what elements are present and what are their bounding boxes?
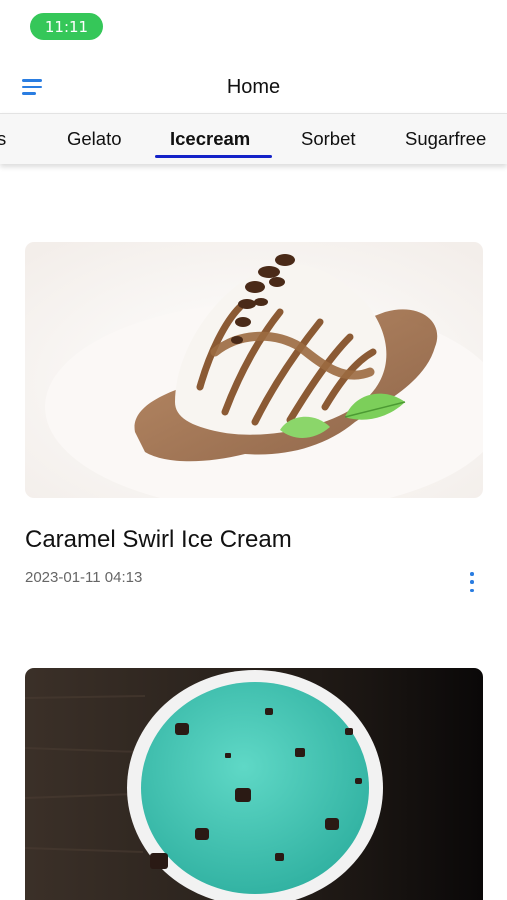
tab-partial[interactable]: s xyxy=(0,114,6,164)
category-tabs: s Gelato Icecream Sorbet Sugarfree xyxy=(0,113,507,164)
status-time-pill: 11:11 xyxy=(30,13,103,40)
active-tab-indicator xyxy=(155,155,272,158)
more-vertical-icon[interactable] xyxy=(468,572,476,592)
mint-chocolate-chip-ice-cream-photo[interactable] xyxy=(25,668,483,900)
card-title[interactable]: Caramel Swirl Ice Cream xyxy=(25,526,292,554)
tab-sorbet[interactable]: Sorbet xyxy=(301,114,356,164)
app-bar: Home xyxy=(0,62,507,112)
page-title: Home xyxy=(226,76,281,98)
tab-sugarfree[interactable]: Sugarfree xyxy=(405,114,486,164)
tab-gelato[interactable]: Gelato xyxy=(67,114,122,164)
card-date: 2023-01-11 04:13 xyxy=(25,569,143,586)
status-time: 11:11 xyxy=(44,17,89,36)
caramel-swirl-ice-cream-photo[interactable] xyxy=(25,242,483,498)
